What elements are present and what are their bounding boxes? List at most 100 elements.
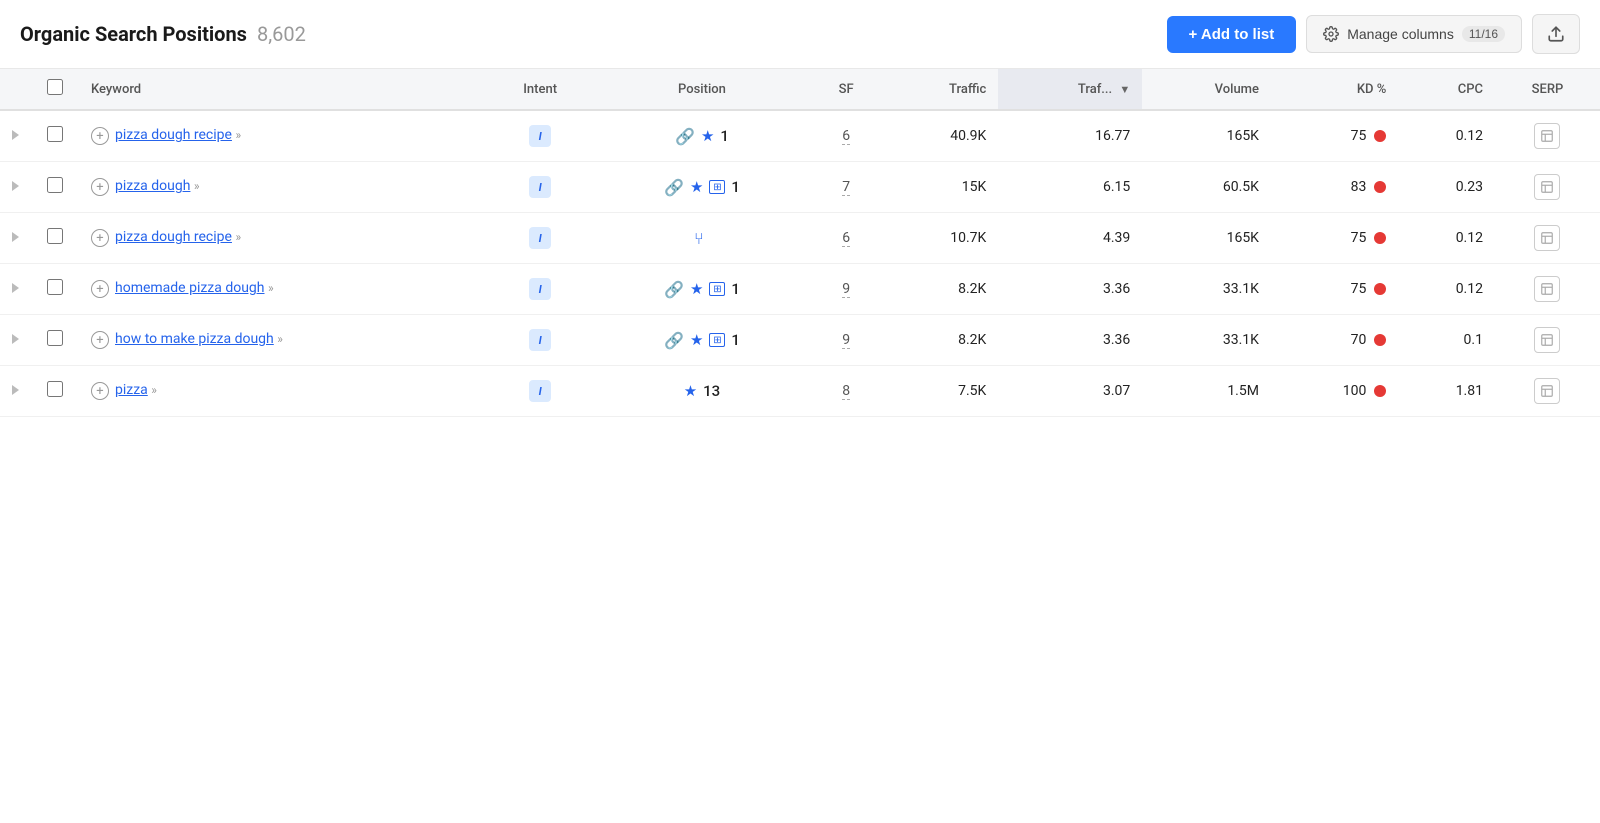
header: Organic Search Positions 8,602 + Add to … — [0, 0, 1600, 69]
th-check[interactable] — [31, 69, 79, 110]
row-checkbox-cell[interactable] — [31, 162, 79, 213]
th-cpc[interactable]: CPC — [1398, 69, 1495, 110]
kd-cell: 83 — [1271, 162, 1398, 213]
chevron-right-icon[interactable] — [12, 130, 19, 140]
row-checkbox-cell[interactable] — [31, 315, 79, 366]
chevron-right-icon[interactable] — [12, 283, 19, 293]
keyword-link[interactable]: pizza dough recipe — [115, 229, 232, 245]
row-expand[interactable] — [0, 315, 31, 366]
cpc-cell: 0.1 — [1398, 315, 1495, 366]
row-checkbox[interactable] — [47, 126, 63, 142]
row-checkbox[interactable] — [47, 330, 63, 346]
select-all-checkbox[interactable] — [47, 79, 63, 95]
chevron-right-icon[interactable] — [12, 385, 19, 395]
export-button[interactable] — [1532, 14, 1580, 54]
keyword-link[interactable]: pizza — [115, 382, 148, 398]
traffic-cell: 40.9K — [883, 110, 998, 162]
serp-button[interactable] — [1534, 174, 1560, 200]
th-serp[interactable]: SERP — [1495, 69, 1600, 110]
add-to-list-button[interactable]: + Add to list — [1167, 16, 1297, 53]
cpc-value: 1.81 — [1456, 383, 1483, 399]
serp-button[interactable] — [1534, 123, 1560, 149]
chevron-right-icon[interactable] — [12, 334, 19, 344]
add-keyword-icon[interactable]: + — [91, 127, 109, 145]
volume-cell: 165K — [1142, 213, 1271, 264]
add-keyword-icon[interactable]: + — [91, 280, 109, 298]
row-expand[interactable] — [0, 366, 31, 417]
keyword-cell: + pizza dough » — [79, 162, 486, 213]
chevron-right-icon[interactable] — [12, 181, 19, 191]
sf-cell: 8 — [809, 366, 883, 417]
th-traffic[interactable]: Traffic — [883, 69, 998, 110]
serp-cell[interactable] — [1495, 264, 1600, 315]
kd-value: 75 — [1351, 128, 1367, 144]
intent-badge: I — [529, 380, 551, 402]
row-checkbox[interactable] — [47, 177, 63, 193]
row-checkbox-cell[interactable] — [31, 264, 79, 315]
add-keyword-icon[interactable]: + — [91, 331, 109, 349]
sort-icon: ▼ — [1119, 83, 1130, 96]
row-checkbox-cell[interactable] — [31, 366, 79, 417]
table-row: + how to make pizza dough » I🔗★⊞198.2K3.… — [0, 315, 1600, 366]
row-checkbox-cell[interactable] — [31, 110, 79, 162]
kd-difficulty-dot — [1374, 130, 1386, 142]
serp-cell[interactable] — [1495, 213, 1600, 264]
keyword-cell: + pizza dough recipe » — [79, 110, 486, 162]
chevron-right-icon[interactable] — [12, 232, 19, 242]
kd-value: 75 — [1351, 230, 1367, 246]
row-expand[interactable] — [0, 213, 31, 264]
traffic-pct-value: 3.36 — [1103, 281, 1130, 297]
keyword-link[interactable]: how to make pizza dough — [115, 331, 274, 347]
th-traffic-pct[interactable]: Traf... ▼ — [998, 69, 1142, 110]
serp-cell[interactable] — [1495, 366, 1600, 417]
volume-value: 165K — [1227, 128, 1259, 144]
kd-difficulty-dot — [1374, 181, 1386, 193]
traffic-value: 7.5K — [958, 383, 986, 399]
th-volume[interactable]: Volume — [1142, 69, 1271, 110]
serp-button[interactable] — [1534, 276, 1560, 302]
serp-cell[interactable] — [1495, 315, 1600, 366]
th-keyword[interactable]: Keyword — [79, 69, 486, 110]
cpc-cell: 0.12 — [1398, 110, 1495, 162]
keyword-link[interactable]: pizza dough recipe — [115, 127, 232, 143]
th-position[interactable]: Position — [595, 69, 810, 110]
keyword-link[interactable]: pizza dough — [115, 178, 190, 194]
position-value: 13 — [703, 382, 720, 400]
intent-cell: I — [486, 264, 595, 315]
serp-button[interactable] — [1534, 378, 1560, 404]
serp-cell[interactable] — [1495, 162, 1600, 213]
th-intent[interactable]: Intent — [486, 69, 595, 110]
row-checkbox[interactable] — [47, 381, 63, 397]
position-cell: ★13 — [595, 366, 810, 417]
th-kd[interactable]: KD % — [1271, 69, 1398, 110]
star-icon: ★ — [690, 178, 703, 196]
add-keyword-icon[interactable]: + — [91, 382, 109, 400]
kd-value: 70 — [1351, 332, 1367, 348]
add-keyword-icon[interactable]: + — [91, 229, 109, 247]
table-row: + pizza dough recipe » I🔗★1640.9K16.7716… — [0, 110, 1600, 162]
volume-value: 33.1K — [1223, 332, 1259, 348]
serp-cell[interactable] — [1495, 110, 1600, 162]
intent-cell: I — [486, 213, 595, 264]
row-expand[interactable] — [0, 110, 31, 162]
sf-value: 9 — [842, 281, 850, 298]
volume-cell: 33.1K — [1142, 315, 1271, 366]
serp-button[interactable] — [1534, 225, 1560, 251]
add-keyword-icon[interactable]: + — [91, 178, 109, 196]
row-checkbox[interactable] — [47, 228, 63, 244]
manage-columns-button[interactable]: Manage columns 11/16 — [1306, 15, 1522, 53]
columns-count-badge: 11/16 — [1462, 26, 1505, 42]
keyword-link[interactable]: homemade pizza dough — [115, 280, 265, 296]
serp-button[interactable] — [1534, 327, 1560, 353]
row-checkbox-cell[interactable] — [31, 213, 79, 264]
row-expand[interactable] — [0, 162, 31, 213]
row-expand[interactable] — [0, 264, 31, 315]
intent-badge: I — [529, 329, 551, 351]
row-checkbox[interactable] — [47, 279, 63, 295]
gear-icon — [1323, 26, 1339, 42]
keyword-cell: + how to make pizza dough » — [79, 315, 486, 366]
export-icon — [1547, 25, 1565, 43]
th-sf[interactable]: SF — [809, 69, 883, 110]
kd-difficulty-dot — [1374, 334, 1386, 346]
volume-value: 33.1K — [1223, 281, 1259, 297]
